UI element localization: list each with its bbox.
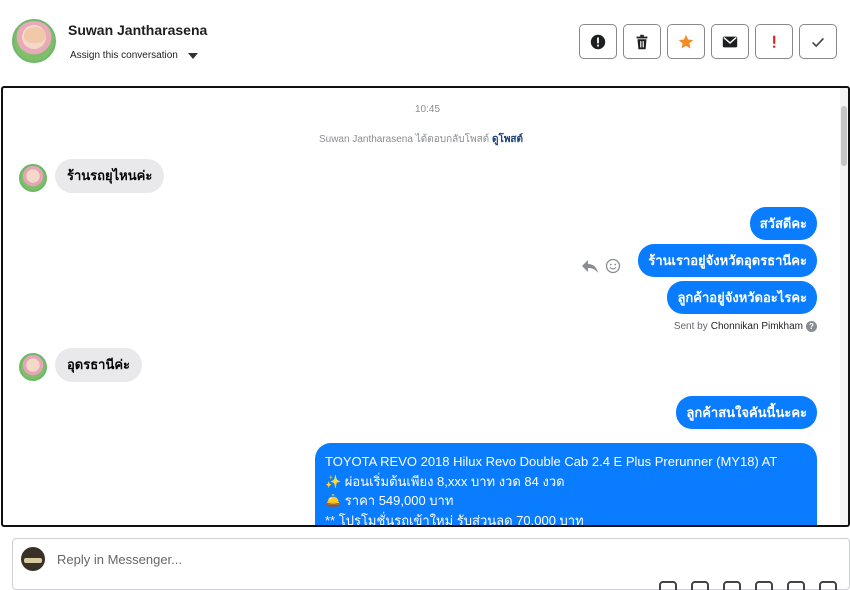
outgoing-message[interactable]: ลูกค้าอยู่จังหวัดอะไรคะ (667, 281, 817, 314)
important-button[interactable] (755, 24, 793, 59)
contact-name[interactable]: Suwan Jantharasena (68, 22, 207, 38)
composer-tools (659, 581, 837, 590)
reply-input[interactable]: Reply in Messenger... (57, 552, 182, 567)
message-timestamp: 10:45 (414, 104, 441, 115)
attachment-icon[interactable] (691, 581, 709, 590)
envelope-icon (722, 36, 738, 47)
emoji-icon[interactable] (755, 581, 773, 590)
outgoing-message[interactable]: ร้านเราอยู่จังหวัดอุดรธานีคะ (638, 244, 817, 277)
conversation-toolbar (579, 24, 837, 59)
emoji-react-icon[interactable] (605, 258, 621, 274)
sent-by-name: Chonnikan Pimkham (710, 321, 803, 332)
exclamation-icon (773, 35, 776, 48)
like-icon[interactable] (819, 581, 837, 590)
reply-composer[interactable]: Reply in Messenger... (12, 538, 850, 590)
checkmark-icon (812, 37, 824, 47)
listing-line: TOYOTA REVO 2018 Hilux Revo Double Cab 2… (325, 454, 778, 469)
reply-icon[interactable] (581, 258, 599, 274)
sent-by-label: Sent by Chonnikan Pimkham ? (674, 321, 817, 332)
sent-by-prefix: Sent by (673, 321, 708, 332)
saved-replies-icon[interactable] (659, 581, 677, 590)
contact-avatar-small[interactable] (19, 353, 47, 381)
listing-line: ** โปรโมชั่นรถเข้าใหม่ รับส่วนลด 70,000 … (325, 512, 584, 527)
alert-circle-icon (590, 34, 606, 49)
star-icon (678, 34, 694, 48)
outgoing-message[interactable]: สวัสดีคะ (749, 207, 817, 240)
outgoing-message[interactable]: ลูกค้าสนใจคันนี้นะคะ (676, 396, 817, 429)
message-thread[interactable]: 10:45 Suwan Jantharasena ได้ตอบกลับโพสต์… (1, 86, 850, 527)
view-post-link[interactable]: ดูโพสต์ (492, 134, 523, 145)
replied-to-post-notice: Suwan Jantharasena ได้ตอบกลับโพสต์ ดูโพส… (3, 132, 839, 147)
done-button[interactable] (799, 24, 837, 59)
page-avatar (21, 547, 45, 571)
payment-icon[interactable] (787, 581, 805, 590)
assign-conversation-dropdown[interactable]: Assign this conversation (70, 50, 198, 61)
outgoing-listing-message[interactable]: TOYOTA REVO 2018 Hilux Revo Double Cab 2… (315, 443, 817, 527)
report-button[interactable] (579, 24, 617, 59)
listing-line: ✨ ผ่อนเริ่มต้นเพียง 8,xxx บาท งวด 84 งวด (325, 473, 565, 489)
caret-down-icon (187, 52, 198, 59)
listing-line: 🛎️ ราคา 549,000 บาท (325, 493, 454, 508)
help-icon[interactable]: ? (806, 321, 817, 332)
thread-scrollbar[interactable] (840, 88, 848, 525)
replied-notice-text: Suwan Jantharasena ได้ตอบกลับโพสต์ (318, 134, 490, 145)
incoming-message[interactable]: อุดรธานีค่ะ (55, 348, 143, 382)
contact-avatar[interactable] (12, 19, 56, 63)
conversation-header: Suwan Jantharasena Assign this conversat… (0, 0, 850, 86)
star-button[interactable] (667, 24, 705, 59)
message-hover-actions (581, 258, 621, 274)
contact-avatar-small[interactable] (19, 164, 47, 192)
delete-button[interactable] (623, 24, 661, 59)
mark-unread-button[interactable] (711, 24, 749, 59)
more-options-icon[interactable] (723, 581, 741, 590)
incoming-message[interactable]: ร้านรถยุไหนค่ะ (55, 159, 165, 193)
trash-icon (636, 34, 648, 49)
assign-label: Assign this conversation (70, 50, 178, 61)
scroll-thumb[interactable] (841, 106, 847, 166)
